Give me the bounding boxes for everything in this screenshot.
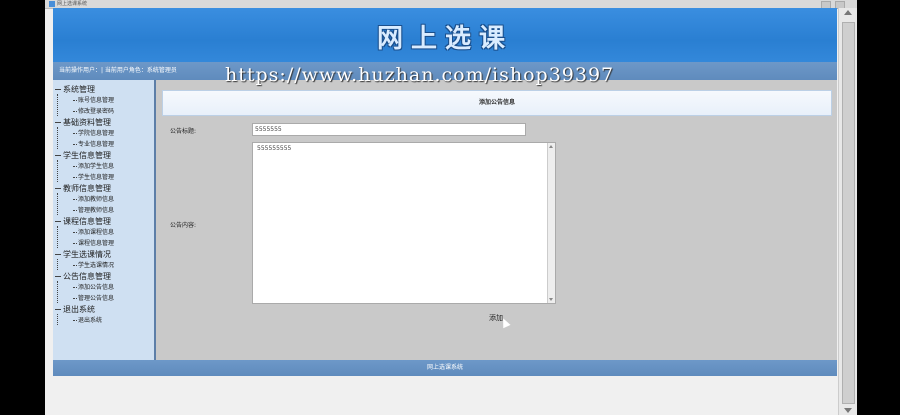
watermark-text: https://www.huzhan.com/ishop39397 <box>225 64 615 86</box>
sidebar-item[interactable]: 添加课程信息 <box>73 227 114 236</box>
sidebar-item-label: 添加课程信息 <box>78 229 115 236</box>
main-content: 添加公告信息 公告标题: 5555555 公告内容: 555555555 添加 <box>156 80 837 360</box>
tree-branch-icon <box>55 122 61 123</box>
sidebar-group-label[interactable]: 学生信息管理 <box>63 150 111 161</box>
tree-line <box>57 226 58 248</box>
sidebar-group-label[interactable]: 基础资料管理 <box>63 117 111 128</box>
sidebar-item[interactable]: 账号信息管理 <box>73 95 114 104</box>
tree-line <box>57 259 58 270</box>
textarea-scrollbar[interactable] <box>547 143 555 303</box>
sidebar-group-label[interactable]: 学生选课情况 <box>63 249 111 260</box>
sidebar-nav-tree: 系统管理 账号信息管理 修改登录密码 基础资料管理 学院信息管理 专业信息管理 学生信息管理… <box>53 80 156 360</box>
scrollbar-thumb[interactable] <box>842 22 855 404</box>
sidebar-item[interactable]: 退出系统 <box>73 315 102 324</box>
tree-line <box>57 94 58 116</box>
sidebar-item-label: 修改登录密码 <box>78 108 115 115</box>
tree-branch-icon <box>55 221 61 222</box>
tree-leaf-icon <box>73 243 77 244</box>
browser-window: 网上选课系统 网上选课 当前操作用户：| 当前用户角色：系统管理员 系统管理账号… <box>45 0 857 415</box>
content-text: 555555555 <box>257 145 292 152</box>
sidebar-item-label: 管理教师信息 <box>78 207 115 214</box>
tree-leaf-icon <box>73 298 77 299</box>
tree-branch-icon <box>55 276 61 277</box>
sidebar-item[interactable]: 添加公告信息 <box>73 282 114 291</box>
tree-branch-icon <box>55 155 61 156</box>
mouse-cursor-icon <box>499 316 511 329</box>
page-favicon-icon <box>49 1 55 7</box>
sidebar-item-label: 课程信息管理 <box>78 240 115 247</box>
tree-leaf-icon <box>73 177 77 178</box>
sidebar-item[interactable]: 学生选课情况 <box>73 260 114 269</box>
app-frame: 网上选课 当前操作用户：| 当前用户角色：系统管理员 系统管理账号信息管理 修改登… <box>53 8 837 376</box>
sidebar-item-label: 学院信息管理 <box>78 130 115 137</box>
tree-leaf-icon <box>73 166 77 167</box>
announcement-content-textarea[interactable]: 555555555 <box>252 142 556 304</box>
tree-branch-icon <box>55 254 61 255</box>
sidebar-group-label[interactable]: 退出系统 <box>63 304 95 315</box>
site-footer: 网上选课系统 <box>53 360 837 376</box>
scroll-up-icon[interactable] <box>844 10 852 15</box>
sidebar-item-label: 添加学生信息 <box>78 163 115 170</box>
sidebar-item[interactable]: 学生信息管理 <box>73 172 114 181</box>
tree-leaf-icon <box>73 210 77 211</box>
sidebar-item-label: 学生选课情况 <box>78 262 115 269</box>
sidebar-item-label: 专业信息管理 <box>78 141 115 148</box>
sidebar-item-label: 退出系统 <box>78 317 103 324</box>
tree-line <box>57 193 58 215</box>
tree-leaf-icon <box>73 133 77 134</box>
tree-line <box>57 281 58 303</box>
sidebar-item[interactable]: 学院信息管理 <box>73 128 114 137</box>
sidebar-item-label: 管理公告信息 <box>78 295 115 302</box>
sidebar-item-label: 学生信息管理 <box>78 174 115 181</box>
banner-title: 网上选课 <box>376 24 513 54</box>
scroll-up-icon[interactable] <box>549 145 553 148</box>
sidebar-group-label[interactable]: 系统管理 <box>63 84 95 95</box>
tree-leaf-icon <box>73 320 77 321</box>
tree-line <box>57 314 58 325</box>
tree-leaf-icon <box>73 100 77 101</box>
sidebar-item-label: 账号信息管理 <box>78 97 115 104</box>
footer-text: 网上选课系统 <box>426 364 463 371</box>
sidebar-group-label[interactable]: 课程信息管理 <box>63 216 111 227</box>
tree-leaf-icon <box>73 232 77 233</box>
tree-leaf-icon <box>73 111 77 112</box>
tree-leaf-icon <box>73 144 77 145</box>
tree-line <box>57 160 58 182</box>
sidebar-item[interactable]: 管理公告信息 <box>73 293 114 302</box>
sidebar-item[interactable]: 修改登录密码 <box>73 106 114 115</box>
user-info-text: 当前操作用户：| 当前用户角色：系统管理员 <box>59 67 177 74</box>
page-scrollbar[interactable] <box>838 8 857 415</box>
scroll-down-icon[interactable] <box>549 298 553 301</box>
scroll-down-icon[interactable] <box>844 408 852 413</box>
sidebar-item-label: 添加教师信息 <box>78 196 115 203</box>
content-label: 公告内容: <box>170 222 197 229</box>
title-label: 公告标题: <box>170 128 197 135</box>
sidebar-item[interactable]: 管理教师信息 <box>73 205 114 214</box>
tree-line <box>57 127 58 149</box>
tree-branch-icon <box>55 309 61 310</box>
sidebar-item[interactable]: 专业信息管理 <box>73 139 114 148</box>
sidebar-group-label[interactable]: 教师信息管理 <box>63 183 111 194</box>
sidebar-group-label[interactable]: 公告信息管理 <box>63 271 111 282</box>
tree-leaf-icon <box>73 287 77 288</box>
form-title: 添加公告信息 <box>162 90 832 116</box>
browser-tab-title[interactable]: 网上选课系统 <box>57 0 87 8</box>
sidebar-item[interactable]: 添加学生信息 <box>73 161 114 170</box>
site-banner: 网上选课 <box>53 8 837 62</box>
tree-branch-icon <box>55 89 61 90</box>
announcement-title-input[interactable]: 5555555 <box>252 123 526 136</box>
tree-branch-icon <box>55 188 61 189</box>
sidebar-item-label: 添加公告信息 <box>78 284 115 291</box>
sidebar-item[interactable]: 添加教师信息 <box>73 194 114 203</box>
tree-leaf-icon <box>73 199 77 200</box>
sidebar-item[interactable]: 课程信息管理 <box>73 238 114 247</box>
tree-leaf-icon <box>73 265 77 266</box>
